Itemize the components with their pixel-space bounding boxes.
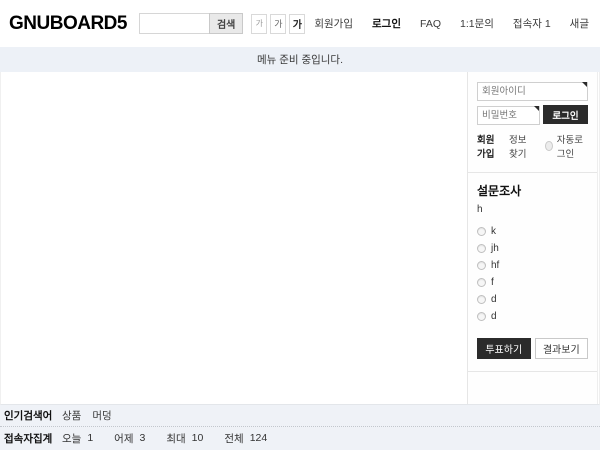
password-row: 로그인: [477, 105, 588, 125]
stat-label: 최대: [166, 431, 185, 446]
survey-option-label: jh: [491, 243, 499, 254]
nav-faq[interactable]: FAQ: [420, 18, 441, 30]
survey-option-1[interactable]: k: [477, 223, 588, 240]
stat-value: 124: [250, 432, 268, 444]
survey-buttons: 투표하기 결과보기: [477, 338, 588, 359]
stat-value: 1: [87, 432, 93, 444]
survey-option-5[interactable]: d: [477, 291, 588, 308]
radio-icon[interactable]: [477, 261, 486, 270]
menu-bar: 메뉴 준비 중입니다.: [0, 47, 600, 72]
popular-search-item[interactable]: 상품: [62, 408, 81, 423]
survey-box: 설문조사 h k jh hf f: [468, 173, 597, 372]
font-size-controls: 가 가 가: [251, 14, 305, 34]
font-decrease-button[interactable]: 가: [251, 14, 267, 34]
stat-value: 3: [140, 432, 146, 444]
stat-max: 최대 10: [166, 431, 203, 446]
nav-visitors[interactable]: 접속자 1: [513, 16, 551, 31]
auto-login-label: 자동로그인: [557, 132, 588, 160]
popular-search-row: 인기검색어 상품 머덩: [0, 405, 600, 427]
survey-option-label: d: [491, 294, 497, 305]
password-input[interactable]: [477, 106, 540, 125]
popular-search-item[interactable]: 머덩: [92, 408, 111, 423]
stat-value: 10: [192, 432, 204, 444]
auto-login-checkbox-icon[interactable]: [545, 141, 553, 151]
site-logo[interactable]: GNUBOARD5: [9, 13, 127, 35]
survey-option-6[interactable]: d: [477, 308, 588, 325]
stat-total: 전체 124: [224, 431, 267, 446]
login-button[interactable]: 로그인: [543, 105, 588, 124]
survey-option-label: k: [491, 226, 496, 237]
visitor-stats: 오늘 1 어제 3 최대 10 전체 124: [62, 431, 288, 446]
page: GNUBOARD5 검색 가 가 가 회원가입 로그인 FAQ 1:1문의 접속…: [0, 0, 600, 450]
radio-icon[interactable]: [477, 312, 486, 321]
stat-label: 전체: [224, 431, 243, 446]
survey-title: 설문조사: [477, 182, 588, 199]
login-box: 로그인 회원가입 정보찾기 자동로그인: [468, 72, 597, 173]
survey-option-label: d: [491, 311, 497, 322]
survey-option-label: f: [491, 277, 494, 288]
header: GNUBOARD5 검색 가 가 가 회원가입 로그인 FAQ 1:1문의 접속…: [0, 0, 600, 47]
popular-search-title: 인기검색어: [4, 408, 62, 423]
sidebar: 로그인 회원가입 정보찾기 자동로그인 설문조사 h k: [467, 72, 598, 404]
survey-option-3[interactable]: hf: [477, 257, 588, 274]
vote-button[interactable]: 투표하기: [477, 338, 531, 359]
radio-icon[interactable]: [477, 244, 486, 253]
menu-placeholder-message: 메뉴 준비 중입니다.: [257, 52, 343, 67]
survey-option-label: hf: [491, 260, 499, 271]
survey-option-2[interactable]: jh: [477, 240, 588, 257]
member-id-input[interactable]: [477, 82, 588, 101]
radio-icon[interactable]: [477, 295, 486, 304]
main-content-area: [1, 72, 467, 404]
survey-question: h: [477, 204, 588, 215]
password-field-wrap: [477, 105, 540, 125]
nav-login[interactable]: 로그인: [372, 16, 401, 31]
visitor-stats-title: 접속자집계: [4, 431, 62, 446]
nav-qna[interactable]: 1:1문의: [460, 16, 494, 31]
member-id-field-wrap: [477, 81, 588, 101]
login-links: 회원가입 정보찾기 자동로그인: [477, 132, 588, 160]
search-form: 검색: [139, 13, 243, 34]
nav-new-posts[interactable]: 새글: [570, 16, 589, 31]
survey-option-4[interactable]: f: [477, 274, 588, 291]
radio-icon[interactable]: [477, 278, 486, 287]
stat-label: 오늘: [62, 431, 81, 446]
font-increase-button[interactable]: 가: [289, 14, 305, 34]
search-button[interactable]: 검색: [209, 13, 243, 34]
popular-search-links: 상품 머덩: [62, 408, 112, 423]
font-reset-button[interactable]: 가: [270, 14, 286, 34]
nav-register[interactable]: 회원가입: [314, 16, 353, 31]
search-input[interactable]: [139, 13, 209, 34]
stat-yesterday: 어제 3: [114, 431, 145, 446]
top-nav: 회원가입 로그인 FAQ 1:1문의 접속자 1 새글: [314, 16, 591, 31]
register-link[interactable]: 회원가입: [477, 132, 503, 160]
footer: 인기검색어 상품 머덩 접속자집계 오늘 1 어제 3 최대 10: [0, 405, 600, 450]
auto-login-toggle[interactable]: 자동로그인: [545, 132, 588, 160]
stat-label: 어제: [114, 431, 133, 446]
results-button[interactable]: 결과보기: [535, 338, 589, 359]
content: 로그인 회원가입 정보찾기 자동로그인 설문조사 h k: [0, 72, 600, 405]
stat-today: 오늘 1: [62, 431, 93, 446]
find-info-link[interactable]: 정보찾기: [509, 132, 535, 160]
radio-icon[interactable]: [477, 227, 486, 236]
visitor-stats-row: 접속자집계 오늘 1 어제 3 최대 10 전체 124: [0, 427, 600, 449]
